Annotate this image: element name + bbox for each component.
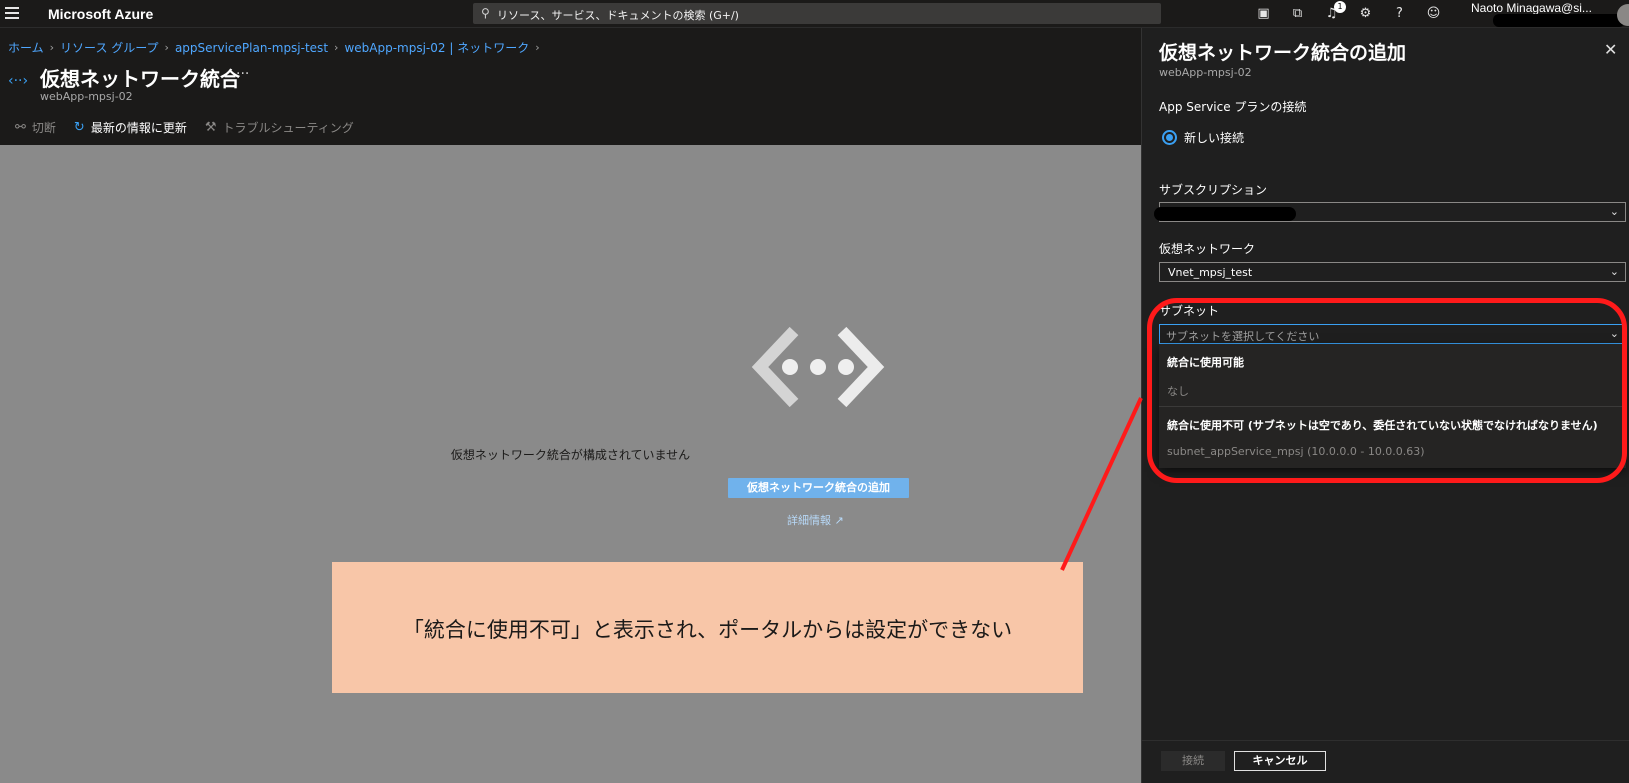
add-vnet-integration-button[interactable]: 仮想ネットワーク統合の追加 xyxy=(728,478,909,498)
new-connection-radio[interactable]: 新しい接続 xyxy=(1162,129,1244,146)
redaction-bar xyxy=(1154,207,1296,221)
more-info-label: 詳細情報 xyxy=(787,514,831,527)
highlight-ring xyxy=(1147,298,1627,483)
user-name[interactable]: Naoto Minagawa@si... xyxy=(1471,1,1592,15)
subscription-label: サブスクリプション xyxy=(1159,183,1268,197)
wrench-icon: ⚒ xyxy=(204,119,217,135)
vnet-illustration-icon xyxy=(751,327,885,407)
notification-badge: 1 xyxy=(1334,1,1346,13)
annotation-note: 「統合に使用不可」と表示され、ポータルからは設定ができない xyxy=(332,562,1083,693)
panel-title: 仮想ネットワーク統合の追加 xyxy=(1159,42,1407,64)
plan-connection-label: App Service プランの接続 xyxy=(1159,100,1307,114)
brand-name[interactable]: Microsoft Azure xyxy=(48,6,153,22)
vnet-value: Vnet_mpsj_test xyxy=(1168,266,1253,279)
breadcrumb: ホーム › リソース グループ › appServicePlan-mpsj-te… xyxy=(8,39,540,56)
radio-selected-icon xyxy=(1162,130,1177,145)
more-info-link[interactable]: 詳細情報 ↗ xyxy=(787,512,844,528)
gear-icon[interactable]: ⚙ xyxy=(1357,6,1374,22)
chevron-right-icon: › xyxy=(334,41,339,54)
help-icon[interactable]: ? xyxy=(1391,6,1408,22)
troubleshoot-button[interactable]: ⚒ トラブルシューティング xyxy=(205,116,354,138)
redaction-bar xyxy=(1493,14,1625,27)
refresh-label: 最新の情報に更新 xyxy=(90,120,187,135)
search-box[interactable]: ⚲ リソース、サービス、ドキュメントの検索 (G+/) xyxy=(473,3,1161,24)
breadcrumb-item-home[interactable]: ホーム xyxy=(8,39,44,56)
chevron-right-icon: › xyxy=(535,41,540,54)
external-link-icon: ↗ xyxy=(834,514,844,527)
cancel-button[interactable]: キャンセル xyxy=(1234,751,1326,771)
chevron-down-icon: ⌄ xyxy=(1609,205,1619,218)
refresh-icon: ↻ xyxy=(73,119,85,135)
command-bar: ⚯ 切断 ↻ 最新の情報に更新 ⚒ トラブルシューティング xyxy=(0,116,354,138)
breadcrumb-item-plan[interactable]: appServicePlan-mpsj-test xyxy=(175,41,328,55)
panel-subtitle: webApp-mpsj-02 xyxy=(1159,66,1252,79)
vnet-label: 仮想ネットワーク xyxy=(1159,242,1256,256)
search-icon: ⚲ xyxy=(481,6,490,20)
breadcrumb-item-resource-groups[interactable]: リソース グループ xyxy=(60,39,159,56)
breadcrumb-item-webapp[interactable]: webApp-mpsj-02 | ネットワーク xyxy=(344,39,529,56)
refresh-button[interactable]: ↻ 最新の情報に更新 xyxy=(74,116,187,138)
bell-icon[interactable]: ♫ 1 xyxy=(1323,1,1346,22)
chevron-down-icon: ⌄ xyxy=(1609,265,1619,278)
vnet-select[interactable]: Vnet_mpsj_test ⌄ xyxy=(1159,262,1626,282)
feedback-icon[interactable]: ☺ xyxy=(1425,6,1442,22)
new-connection-label: 新しい接続 xyxy=(1184,131,1245,145)
disconnect-button[interactable]: ⚯ 切断 xyxy=(15,116,56,138)
directory-filter-icon[interactable]: ⧉ xyxy=(1289,6,1306,22)
panel-footer: 接続 キャンセル xyxy=(1142,740,1629,783)
chevron-right-icon: › xyxy=(49,41,55,54)
top-icons: ▣ ⧉ ♫ 1 ⚙ ? ☺ xyxy=(1255,1,1442,22)
terminal-icon[interactable]: ▣ xyxy=(1255,6,1272,22)
page-subtitle: webApp-mpsj-02 xyxy=(40,90,133,103)
more-options-button[interactable]: ··· xyxy=(236,66,249,82)
annotation-text: 「統合に使用不可」と表示され、ポータルからは設定ができない xyxy=(402,618,1013,642)
disconnect-label: 切断 xyxy=(31,120,56,135)
page-title: 仮想ネットワーク統合 xyxy=(40,67,240,91)
empty-state-message: 仮想ネットワーク統合が構成されていません xyxy=(450,448,691,462)
chevron-right-icon: › xyxy=(164,41,169,54)
connect-button[interactable]: 接続 xyxy=(1161,751,1225,771)
unlink-icon: ⚯ xyxy=(15,119,26,135)
search-placeholder: リソース、サービス、ドキュメントの検索 (G+/) xyxy=(497,9,739,22)
top-bar: Microsoft Azure ⚲ リソース、サービス、ドキュメントの検索 (G… xyxy=(0,0,1629,28)
menu-icon[interactable] xyxy=(5,7,19,19)
close-icon[interactable]: ✕ xyxy=(1604,40,1617,59)
vnet-integration-icon: ‹··› xyxy=(8,73,29,89)
troubleshoot-label: トラブルシューティング xyxy=(222,120,354,135)
